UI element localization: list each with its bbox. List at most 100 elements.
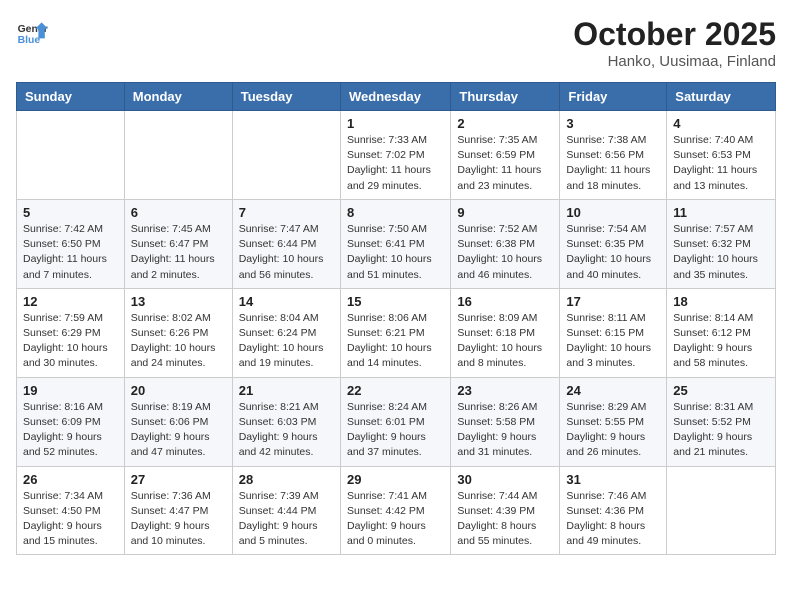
page-header: General Blue October 2025 Hanko, Uusimaa…	[16, 16, 776, 70]
day-cell: 15 Sunrise: 8:06 AM Sunset: 6:21 PM Dayli…	[340, 288, 450, 377]
day-info: Sunrise: 8:24 AM Sunset: 6:01 PM Dayligh…	[347, 400, 444, 461]
day-info: Sunrise: 7:42 AM Sunset: 6:50 PM Dayligh…	[23, 222, 118, 283]
day-number: 5	[23, 205, 118, 220]
day-info: Sunrise: 7:38 AM Sunset: 6:56 PM Dayligh…	[566, 133, 660, 194]
day-number: 18	[673, 294, 769, 309]
day-info: Sunrise: 7:46 AM Sunset: 4:36 PM Dayligh…	[566, 489, 660, 550]
day-cell: 8Sunrise: 7:50 AM Sunset: 6:41 PM Daylig…	[340, 199, 450, 288]
day-info: Sunrise: 7:44 AM Sunset: 4:39 PM Dayligh…	[457, 489, 553, 550]
week-row-4: 19 Sunrise: 8:16 AM Sunset: 6:09 PM Dayli…	[17, 377, 776, 466]
day-number: 29	[347, 472, 444, 487]
day-info: Sunrise: 8:06 AM Sunset: 6:21 PM Dayligh…	[347, 311, 444, 372]
day-cell: 31 Sunrise: 7:46 AM Sunset: 4:36 PM Dayli…	[560, 466, 667, 555]
weekday-header-saturday: Saturday	[667, 83, 776, 111]
day-number: 24	[566, 383, 660, 398]
day-cell: 12 Sunrise: 7:59 AM Sunset: 6:29 PM Dayli…	[17, 288, 125, 377]
day-cell: 2Sunrise: 7:35 AM Sunset: 6:59 PM Daylig…	[451, 111, 560, 200]
day-info: Sunrise: 7:36 AM Sunset: 4:47 PM Dayligh…	[131, 489, 226, 550]
day-cell	[124, 111, 232, 200]
day-cell: 21Sunrise: 8:21 AM Sunset: 6:03 PM Dayli…	[232, 377, 340, 466]
day-number: 14	[239, 294, 334, 309]
day-number: 3	[566, 116, 660, 131]
day-info: Sunrise: 8:02 AM Sunset: 6:26 PM Dayligh…	[131, 311, 226, 372]
weekday-header-friday: Friday	[560, 83, 667, 111]
day-info: Sunrise: 7:54 AM Sunset: 6:35 PM Dayligh…	[566, 222, 660, 283]
day-cell: 24 Sunrise: 8:29 AM Sunset: 5:55 PM Dayli…	[560, 377, 667, 466]
day-cell: 4 Sunrise: 7:40 AM Sunset: 6:53 PM Daylig…	[667, 111, 776, 200]
day-cell: 10Sunrise: 7:54 AM Sunset: 6:35 PM Dayli…	[560, 199, 667, 288]
day-cell: 23 Sunrise: 8:26 AM Sunset: 5:58 PM Dayli…	[451, 377, 560, 466]
day-cell: 18Sunrise: 8:14 AM Sunset: 6:12 PM Dayli…	[667, 288, 776, 377]
day-number: 30	[457, 472, 553, 487]
day-info: Sunrise: 7:33 AM Sunset: 7:02 PM Dayligh…	[347, 133, 444, 194]
day-cell: 27 Sunrise: 7:36 AM Sunset: 4:47 PM Dayli…	[124, 466, 232, 555]
day-number: 23	[457, 383, 553, 398]
day-cell: 28 Sunrise: 7:39 AM Sunset: 4:44 PM Dayli…	[232, 466, 340, 555]
week-row-1: 1 Sunrise: 7:33 AM Sunset: 7:02 PM Daylig…	[17, 111, 776, 200]
day-cell: 6 Sunrise: 7:45 AM Sunset: 6:47 PM Daylig…	[124, 199, 232, 288]
day-number: 22	[347, 383, 444, 398]
day-info: Sunrise: 7:52 AM Sunset: 6:38 PM Dayligh…	[457, 222, 553, 283]
week-row-5: 26 Sunrise: 7:34 AM Sunset: 4:50 PM Dayli…	[17, 466, 776, 555]
day-number: 11	[673, 205, 769, 220]
day-cell: 11 Sunrise: 7:57 AM Sunset: 6:32 PM Dayli…	[667, 199, 776, 288]
day-number: 13	[131, 294, 226, 309]
day-info: Sunrise: 7:39 AM Sunset: 4:44 PM Dayligh…	[239, 489, 334, 550]
day-info: Sunrise: 8:31 AM Sunset: 5:52 PM Dayligh…	[673, 400, 769, 461]
week-row-3: 12 Sunrise: 7:59 AM Sunset: 6:29 PM Dayli…	[17, 288, 776, 377]
day-number: 19	[23, 383, 118, 398]
day-cell: 7 Sunrise: 7:47 AM Sunset: 6:44 PM Daylig…	[232, 199, 340, 288]
day-info: Sunrise: 8:09 AM Sunset: 6:18 PM Dayligh…	[457, 311, 553, 372]
day-info: Sunrise: 8:16 AM Sunset: 6:09 PM Dayligh…	[23, 400, 118, 461]
day-number: 6	[131, 205, 226, 220]
day-number: 2	[457, 116, 553, 131]
day-info: Sunrise: 7:47 AM Sunset: 6:44 PM Dayligh…	[239, 222, 334, 283]
day-info: Sunrise: 7:45 AM Sunset: 6:47 PM Dayligh…	[131, 222, 226, 283]
day-info: Sunrise: 8:11 AM Sunset: 6:15 PM Dayligh…	[566, 311, 660, 372]
day-cell: 19 Sunrise: 8:16 AM Sunset: 6:09 PM Dayli…	[17, 377, 125, 466]
day-info: Sunrise: 7:41 AM Sunset: 4:42 PM Dayligh…	[347, 489, 444, 550]
week-row-2: 5 Sunrise: 7:42 AM Sunset: 6:50 PM Daylig…	[17, 199, 776, 288]
day-number: 4	[673, 116, 769, 131]
weekday-header-thursday: Thursday	[451, 83, 560, 111]
title-block: October 2025 Hanko, Uusimaa, Finland	[573, 16, 776, 70]
day-cell: 9Sunrise: 7:52 AM Sunset: 6:38 PM Daylig…	[451, 199, 560, 288]
day-cell: 16Sunrise: 8:09 AM Sunset: 6:18 PM Dayli…	[451, 288, 560, 377]
day-cell	[232, 111, 340, 200]
day-info: Sunrise: 7:34 AM Sunset: 4:50 PM Dayligh…	[23, 489, 118, 550]
day-number: 17	[566, 294, 660, 309]
day-number: 7	[239, 205, 334, 220]
day-number: 8	[347, 205, 444, 220]
day-cell: 14 Sunrise: 8:04 AM Sunset: 6:24 PM Dayli…	[232, 288, 340, 377]
day-info: Sunrise: 8:19 AM Sunset: 6:06 PM Dayligh…	[131, 400, 226, 461]
day-cell	[17, 111, 125, 200]
weekday-header-wednesday: Wednesday	[340, 83, 450, 111]
day-cell: 29 Sunrise: 7:41 AM Sunset: 4:42 PM Dayli…	[340, 466, 450, 555]
day-cell: 13 Sunrise: 8:02 AM Sunset: 6:26 PM Dayli…	[124, 288, 232, 377]
day-number: 25	[673, 383, 769, 398]
svg-text:Blue: Blue	[18, 35, 41, 46]
day-info: Sunrise: 7:59 AM Sunset: 6:29 PM Dayligh…	[23, 311, 118, 372]
day-info: Sunrise: 8:26 AM Sunset: 5:58 PM Dayligh…	[457, 400, 553, 461]
day-number: 1	[347, 116, 444, 131]
day-info: Sunrise: 7:57 AM Sunset: 6:32 PM Dayligh…	[673, 222, 769, 283]
day-cell: 20Sunrise: 8:19 AM Sunset: 6:06 PM Dayli…	[124, 377, 232, 466]
day-number: 28	[239, 472, 334, 487]
day-number: 15	[347, 294, 444, 309]
day-cell: 26 Sunrise: 7:34 AM Sunset: 4:50 PM Dayli…	[17, 466, 125, 555]
calendar-subtitle: Hanko, Uusimaa, Finland	[573, 53, 776, 70]
day-info: Sunrise: 8:04 AM Sunset: 6:24 PM Dayligh…	[239, 311, 334, 372]
weekday-header-sunday: Sunday	[17, 83, 125, 111]
day-cell: 22 Sunrise: 8:24 AM Sunset: 6:01 PM Dayli…	[340, 377, 450, 466]
day-cell	[667, 466, 776, 555]
weekday-header-row: SundayMondayTuesdayWednesdayThursdayFrid…	[17, 83, 776, 111]
logo-icon: General Blue	[16, 16, 48, 48]
day-number: 12	[23, 294, 118, 309]
day-info: Sunrise: 7:40 AM Sunset: 6:53 PM Dayligh…	[673, 133, 769, 194]
day-number: 27	[131, 472, 226, 487]
day-info: Sunrise: 8:29 AM Sunset: 5:55 PM Dayligh…	[566, 400, 660, 461]
day-number: 31	[566, 472, 660, 487]
day-number: 26	[23, 472, 118, 487]
day-cell: 5 Sunrise: 7:42 AM Sunset: 6:50 PM Daylig…	[17, 199, 125, 288]
day-number: 21	[239, 383, 334, 398]
